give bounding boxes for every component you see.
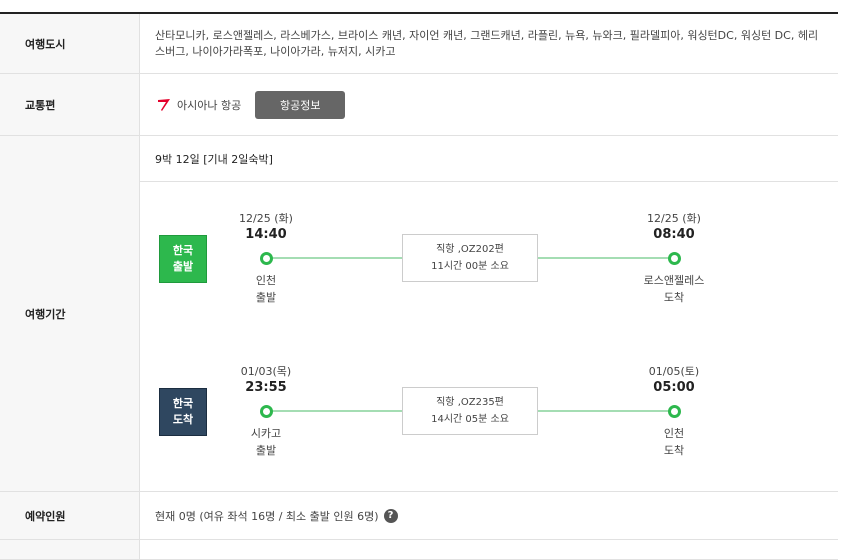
departure-to-action: 도착	[663, 291, 685, 304]
return-from-time: 23:55	[245, 380, 287, 395]
next-row-label	[0, 540, 140, 559]
row-people: 예약인원 현재 0명 (여유 좌석 16명 / 최소 출발 인원 6명) ?	[0, 492, 838, 540]
flight-legs: 한국 출발 12/25 (화) 14:40 직항 ,OZ202편 11시간 00…	[140, 182, 838, 491]
return-to-city: 인천	[663, 427, 685, 440]
trip-duration: 9박 12일 [기내 2일숙박]	[140, 136, 838, 182]
return-to-time: 05:00	[653, 380, 695, 395]
departure-destination-dot-icon	[668, 252, 681, 265]
return-origin-dot-icon	[260, 405, 273, 418]
row-transport: 교통편 아시아나 항공 항공정보	[0, 74, 838, 136]
departure-from-place: 인천 출발	[206, 272, 326, 306]
departure-badge-line1: 한국	[172, 244, 194, 257]
return-from-action: 출발	[255, 444, 277, 457]
asiana-logo-icon	[158, 98, 170, 111]
departure-from-date: 12/25 (화)	[239, 212, 293, 225]
departure-leg: 한국 출발 12/25 (화) 14:40 직항 ,OZ202편 11시간 00…	[140, 182, 838, 312]
people-value-cell: 현재 0명 (여유 좌석 16명 / 최소 출발 인원 6명) ?	[140, 492, 838, 539]
travel-info-table: 여행도시 산타모니카, 로스앤젤레스, 라스베가스, 브라이스 캐년, 자이언 …	[0, 12, 838, 560]
return-to-date: 01/05(토)	[648, 365, 700, 378]
people-value: 현재 0명 (여유 좌석 16명 / 최소 출발 인원 6명)	[155, 509, 379, 523]
row-cities: 여행도시 산타모니카, 로스앤젤레스, 라스베가스, 브라이스 캐년, 자이언 …	[0, 14, 838, 74]
return-from-date: 01/03(목)	[240, 365, 292, 378]
return-flight-number: 직항 ,OZ235편	[436, 397, 504, 408]
departure-from-city: 인천	[255, 274, 277, 287]
return-leg: 한국 도착 01/03(목) 23:55 직항 ,OZ235편 14시간 05분…	[140, 336, 838, 466]
departure-origin-dot-icon	[260, 252, 273, 265]
departure-badge: 한국 출발	[159, 235, 207, 283]
flight-info-button[interactable]: 항공정보	[255, 90, 346, 119]
return-to-action: 도착	[663, 444, 685, 457]
return-destination-dot-icon	[668, 405, 681, 418]
departure-to-city: 로스앤젤레스	[643, 274, 705, 287]
return-badge-line1: 한국	[172, 397, 194, 410]
period-value: 9박 12일 [기내 2일숙박] 한국 출발 12/25 (화) 14:40 직…	[140, 136, 838, 491]
departure-badge-line2: 출발	[172, 260, 194, 273]
return-flight-time: 14시간 05분 소요	[431, 414, 509, 425]
row-period: 여행기간 9박 12일 [기내 2일숙박] 한국 출발 12/25 (화) 14…	[0, 136, 838, 492]
period-label: 여행기간	[0, 136, 140, 491]
transport-label: 교통편	[0, 74, 140, 135]
return-flight-box: 직항 ,OZ235편 14시간 05분 소요	[402, 387, 538, 435]
airline-name: 아시아나 항공	[177, 98, 242, 112]
departure-flight-box: 직항 ,OZ202편 11시간 00분 소요	[402, 234, 538, 282]
departure-to-place: 로스앤젤레스 도착	[614, 272, 734, 306]
departure-to-date: 12/25 (화)	[647, 212, 701, 225]
return-badge: 한국 도착	[159, 388, 207, 436]
departure-to-time: 08:40	[653, 227, 695, 242]
return-from-city: 시카고	[250, 427, 282, 440]
departure-flight-number: 직항 ,OZ202편	[436, 244, 504, 255]
transport-value: 아시아나 항공 항공정보	[140, 74, 838, 135]
people-label: 예약인원	[0, 492, 140, 539]
help-icon[interactable]: ?	[383, 508, 398, 523]
departure-flight-time: 11시간 00분 소요	[431, 261, 509, 272]
return-to-place: 인천 도착	[614, 425, 734, 459]
departure-from-time: 14:40	[245, 227, 287, 242]
departure-from-action: 출발	[255, 291, 277, 304]
cities-label: 여행도시	[0, 14, 140, 73]
return-badge-line2: 도착	[172, 413, 194, 426]
return-from-place: 시카고 출발	[206, 425, 326, 459]
row-next	[0, 540, 838, 560]
cities-value: 산타모니카, 로스앤젤레스, 라스베가스, 브라이스 캐년, 자이언 캐년, 그…	[155, 28, 819, 58]
next-row-value	[140, 540, 838, 559]
